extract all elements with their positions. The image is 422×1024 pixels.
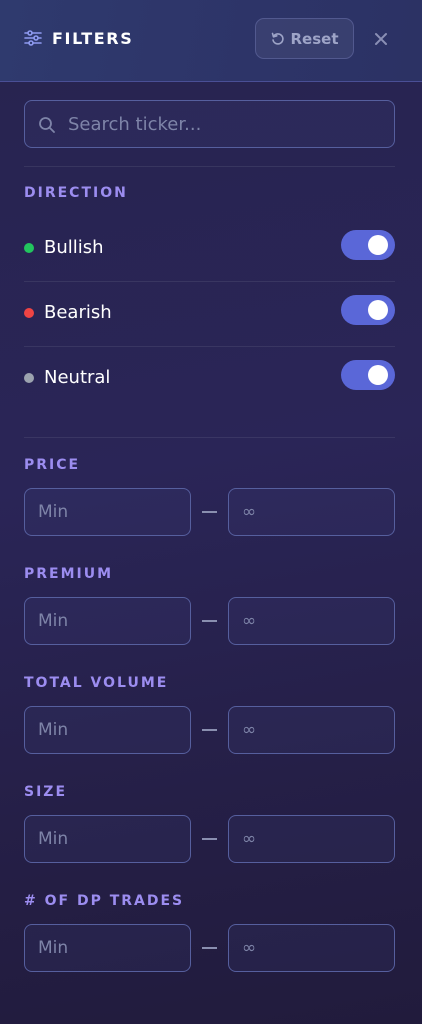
divider bbox=[24, 346, 395, 347]
dp-trades-label: # OF DP TRADES bbox=[24, 893, 185, 909]
range-separator bbox=[202, 947, 217, 949]
bullish-dot-icon bbox=[24, 243, 34, 253]
range-separator bbox=[202, 729, 217, 731]
size-max-input[interactable] bbox=[228, 815, 395, 863]
direction-label: DIRECTION bbox=[24, 185, 128, 201]
neutral-dot-icon bbox=[24, 373, 34, 383]
neutral-toggle[interactable] bbox=[341, 360, 395, 390]
reset-button-label: Reset bbox=[290, 29, 339, 48]
premium-max-input[interactable] bbox=[228, 597, 395, 645]
price-max-input[interactable] bbox=[228, 488, 395, 536]
rotate-ccw-icon bbox=[271, 32, 284, 45]
divider bbox=[24, 437, 395, 438]
divider bbox=[24, 281, 395, 282]
direction-row-bullish: Bullish bbox=[24, 228, 395, 268]
search-input[interactable] bbox=[68, 101, 378, 147]
price-label: PRICE bbox=[24, 457, 81, 473]
price-range bbox=[24, 488, 395, 536]
close-icon bbox=[375, 33, 387, 45]
total-volume-label: TOTAL VOLUME bbox=[24, 675, 169, 691]
size-label: SIZE bbox=[24, 784, 68, 800]
range-separator bbox=[202, 620, 217, 622]
dp-trades-max-input[interactable] bbox=[228, 924, 395, 972]
reset-button[interactable]: Reset bbox=[255, 18, 354, 59]
sliders-icon bbox=[24, 30, 42, 46]
price-min-input[interactable] bbox=[24, 488, 191, 536]
bullish-toggle[interactable] bbox=[341, 230, 395, 260]
toggle-knob bbox=[368, 235, 388, 255]
range-separator bbox=[202, 511, 217, 513]
toggle-knob bbox=[368, 300, 388, 320]
direction-name-bearish: Bearish bbox=[44, 302, 112, 323]
total-volume-max-input[interactable] bbox=[228, 706, 395, 754]
search-box bbox=[24, 100, 395, 148]
direction-row-neutral: Neutral bbox=[24, 358, 395, 398]
total-volume-min-input[interactable] bbox=[24, 706, 191, 754]
total-volume-range bbox=[24, 706, 395, 754]
bearish-dot-icon bbox=[24, 308, 34, 318]
premium-range bbox=[24, 597, 395, 645]
direction-row-bearish: Bearish bbox=[24, 293, 395, 333]
dp-trades-min-input[interactable] bbox=[24, 924, 191, 972]
close-button[interactable] bbox=[368, 26, 394, 52]
dp-trades-range bbox=[24, 924, 395, 972]
size-min-input[interactable] bbox=[24, 815, 191, 863]
range-separator bbox=[202, 838, 217, 840]
divider bbox=[24, 166, 395, 167]
filters-title-label: FILTERS bbox=[52, 28, 134, 48]
filters-title: FILTERS bbox=[24, 28, 133, 48]
bearish-toggle[interactable] bbox=[341, 295, 395, 325]
size-range bbox=[24, 815, 395, 863]
toggle-knob bbox=[368, 365, 388, 385]
search-icon bbox=[39, 117, 55, 133]
filters-header: FILTERS Reset bbox=[0, 0, 422, 82]
direction-name-neutral: Neutral bbox=[44, 367, 111, 388]
direction-name-bullish: Bullish bbox=[44, 237, 104, 258]
premium-label: PREMIUM bbox=[24, 566, 114, 582]
premium-min-input[interactable] bbox=[24, 597, 191, 645]
